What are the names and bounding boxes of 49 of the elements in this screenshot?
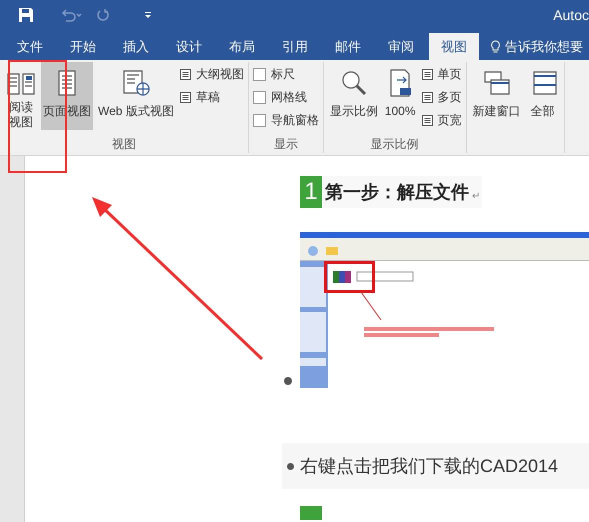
web-page-icon [120, 68, 151, 98]
step-number-badge [300, 506, 322, 520]
ribbon-button[interactable]: 显示比例 [328, 62, 380, 130]
ribbon-small-button[interactable]: 多页 [420, 89, 462, 105]
checkbox[interactable] [252, 114, 266, 126]
ribbon-button[interactable]: 全部 [526, 62, 560, 130]
checkbox[interactable] [252, 90, 266, 104]
group-label: 显示 [272, 136, 299, 153]
ribbon-tab[interactable]: 文件 [5, 33, 55, 60]
page-lines-icon [420, 114, 434, 126]
customize-icon[interactable] [144, 11, 152, 19]
page-lines-icon [420, 90, 434, 104]
ribbon-button[interactable]: 阅读视图 [4, 62, 38, 130]
undo-icon[interactable] [60, 8, 82, 22]
window-title: Autoc [553, 6, 589, 24]
group-label: 视图 [110, 136, 137, 153]
ribbon-button[interactable]: 新建窗口 [470, 62, 522, 130]
bullet-text: 右键点击把我们下载的CAD2014 [300, 454, 558, 478]
step-heading: 第一步：解压文件 [325, 180, 469, 204]
ribbon-button[interactable]: 100% [382, 62, 418, 130]
bullet-icon [284, 377, 292, 385]
tell-me-field[interactable]: 告诉我你想要 [505, 36, 583, 56]
ribbon-tab[interactable]: 视图 [429, 33, 479, 60]
ribbon-tab[interactable]: 审阅 [376, 33, 426, 60]
redo-icon[interactable] [96, 8, 110, 22]
lightbulb-icon [490, 40, 501, 54]
ribbon-tab[interactable]: 插入 [111, 33, 161, 60]
checkbox[interactable] [252, 68, 266, 80]
checkbox-label: 导航窗格 [270, 112, 319, 129]
checkbox-label: 网格线 [270, 89, 307, 106]
ribbon-tab[interactable]: 设计 [164, 33, 214, 60]
ribbon-small-button[interactable]: 草稿 [178, 89, 244, 105]
bullet-icon [287, 462, 294, 470]
ribbon-tab[interactable]: 布局 [217, 33, 267, 60]
ribbon-small-button[interactable]: 页宽 [420, 112, 462, 128]
step-number-badge: 1 [300, 176, 322, 208]
page-lines-icon [178, 90, 192, 104]
checkbox-label: 标尺 [270, 66, 295, 83]
ribbon-tab[interactable]: 引用 [270, 33, 320, 60]
save-icon[interactable] [18, 7, 34, 23]
ribbon-small-button[interactable]: 单页 [420, 66, 462, 82]
ribbon-tab[interactable]: 开始 [58, 33, 108, 60]
ribbon-tab[interactable]: 邮件 [323, 33, 373, 60]
group-label: 显示比例 [370, 136, 420, 153]
page-lines-icon [178, 68, 192, 80]
page-lines-icon [420, 68, 434, 80]
ribbon-small-button[interactable]: 大纲视图 [178, 66, 244, 82]
ribbon-button[interactable]: Web 版式视图 [96, 62, 176, 130]
paragraph-mark-icon: ↵ [472, 188, 480, 204]
